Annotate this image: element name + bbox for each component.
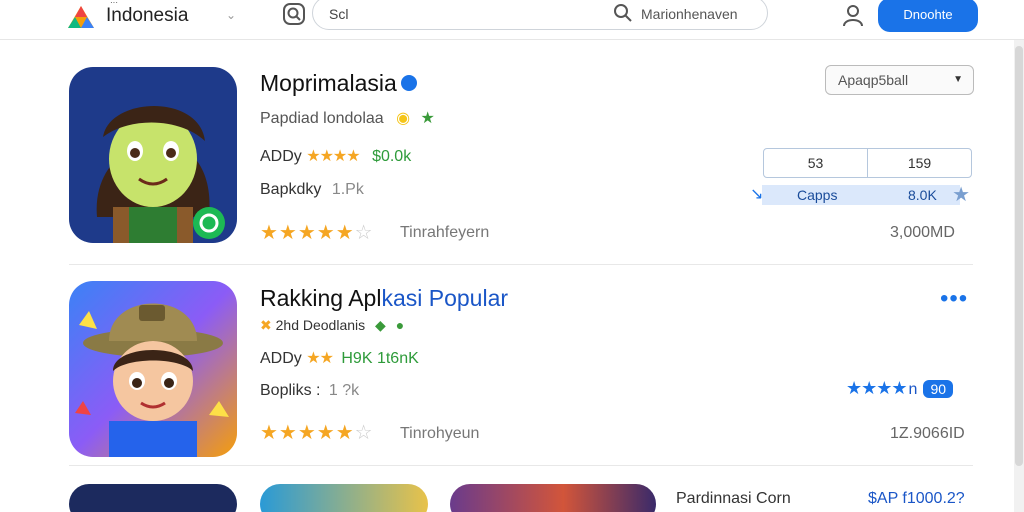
search-placeholder: Scl	[329, 6, 349, 22]
search-hint: Marionhenaven	[641, 6, 738, 22]
app-downloads-1: Bapkdky 1.Pk	[260, 181, 364, 199]
rating-number: n	[908, 381, 918, 398]
app-icon-2[interactable]	[69, 281, 237, 457]
app-store-logo-icon[interactable]	[66, 4, 96, 30]
app-meta-1: ADDy ★★★★ $0.0k	[260, 146, 411, 166]
stats-segmented[interactable]: 53 159	[763, 148, 972, 178]
sort-select[interactable]: Apaqp5ball ▼	[825, 65, 974, 95]
leaf-icon: ●	[395, 317, 405, 333]
brand-name[interactable]: Indonesia	[106, 5, 188, 27]
downloads-value-2: 1 ?k	[328, 382, 360, 399]
chevron-down-icon[interactable]: ⌄	[226, 8, 236, 22]
app-downloads-2: Bopliks : 1 ?k	[260, 382, 359, 400]
bottom-app-label[interactable]: Pardinnasi Corn	[676, 490, 791, 508]
meta-price: $0.0k	[372, 148, 412, 165]
star-badge-icon: ★	[420, 110, 435, 127]
row-divider	[69, 465, 973, 466]
bottom-app-price[interactable]: $AP f1000.2?	[868, 490, 965, 508]
app-title-1[interactable]: Moprimalasia	[260, 70, 417, 97]
account-icon[interactable]	[841, 3, 865, 27]
meta-stars-2: ★★	[306, 350, 334, 367]
app-developer-2-text: 2hd Deodlanis	[275, 317, 366, 333]
thumb-icon: ◆	[375, 317, 386, 333]
trend-label-1: Tinrahfeyern	[400, 224, 490, 241]
search-input[interactable]: Scl Marionhenaven	[312, 0, 768, 30]
smile-badge-icon: ◉	[396, 110, 411, 127]
trend-label-2: Tinrohyeun	[400, 425, 480, 442]
rating-stars-2[interactable]: ★★★★★☆	[260, 420, 374, 445]
meta-stars: ★★★★	[306, 148, 360, 165]
meta-price-2: H9K 1t6nK	[341, 350, 419, 367]
rating-stars-blue: ★★★★	[846, 378, 908, 398]
app-thumbnail-3[interactable]	[450, 484, 656, 512]
girl-character-icon	[69, 67, 237, 243]
app-title-1-text: Moprimalasia	[260, 70, 397, 96]
app-developer-2[interactable]: ✖ 2hd Deodlanis ◆ ●	[260, 317, 404, 334]
star-icon[interactable]: ★	[952, 182, 970, 207]
app-meta-2: ADDy ★★ H9K 1t6nK	[260, 348, 419, 368]
top-bar: ··· Indonesia ⌄ Scl Marionhenaven Dnooht…	[0, 0, 1024, 40]
app-developer-1-text: Papdiad londolaa	[260, 110, 384, 127]
app-developer-1[interactable]: Papdiad londolaa ◉ ★	[260, 108, 435, 128]
explorer-character-icon	[69, 281, 237, 457]
primary-action-button[interactable]: Dnoohte	[878, 0, 978, 32]
rating-stars-1[interactable]: ★★★★★☆	[260, 220, 374, 245]
apps-bar-label: Capps	[797, 187, 838, 203]
row-divider	[69, 264, 973, 265]
count-1: 3,000MD	[890, 224, 955, 241]
search-icon[interactable]	[613, 3, 633, 23]
verified-icon	[400, 74, 417, 91]
downloads-label: Bapkdky	[260, 181, 322, 198]
rating-badge-2[interactable]: ★★★★ n 90	[846, 378, 954, 399]
more-options-icon[interactable]: •••	[940, 285, 968, 313]
apps-bar-value: 8.0K	[908, 187, 937, 203]
app-icon-1[interactable]	[69, 67, 237, 243]
app-title-2[interactable]: Rakking Aplkasi Popular	[260, 285, 508, 312]
scrollbar-thumb[interactable]	[1015, 46, 1023, 466]
sort-select-label: Apaqp5ball	[838, 72, 909, 88]
app-title-2-text-a: Rakking Apl	[260, 285, 382, 311]
app-thumbnail-1[interactable]	[69, 484, 237, 512]
downloads-value: 1.Pk	[331, 181, 364, 198]
app-thumbnail-2[interactable]	[260, 484, 428, 512]
meta-prefix: ADDy	[260, 148, 302, 165]
caret-down-icon: ▼	[953, 74, 963, 85]
count-2: 1Z.9066ID	[890, 425, 965, 442]
meta-prefix-2: ADDy	[260, 350, 302, 367]
apps-bar[interactable]: ↘ Capps 8.0K ★	[750, 184, 972, 206]
bookmark-icon: ✖	[260, 317, 272, 333]
app-title-2-text-b: kasi Popular	[381, 285, 509, 311]
stats-seg-right[interactable]: 159	[867, 149, 971, 177]
downloads-label-2: Bopliks :	[260, 382, 321, 399]
shield-search-icon[interactable]	[283, 3, 305, 25]
rating-pill[interactable]: 90	[923, 380, 954, 398]
stats-seg-left[interactable]: 53	[764, 149, 867, 177]
